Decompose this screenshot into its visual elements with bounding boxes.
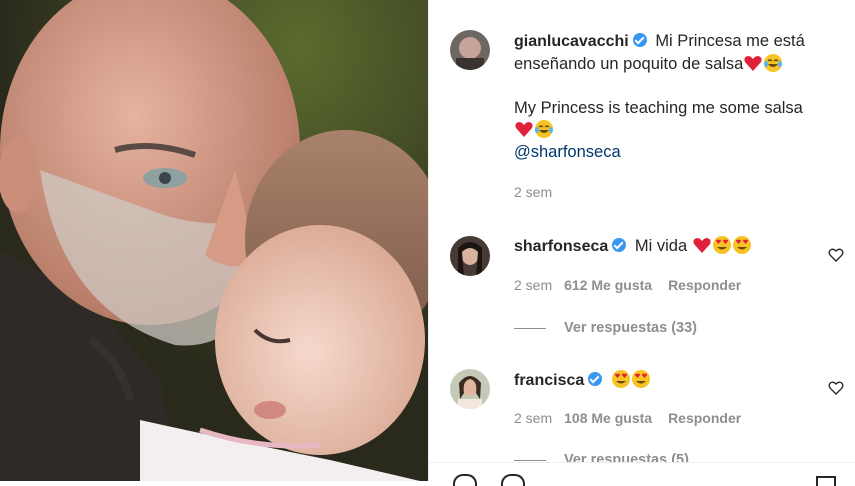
comment-item: sharfonseca Mi vida [514, 235, 752, 258]
instagram-post-view: gianlucavacchi Mi Princesa me está enseñ… [0, 0, 855, 486]
like-action-icon[interactable] [453, 474, 477, 486]
author-avatar[interactable] [450, 30, 490, 70]
commenter-avatar[interactable] [450, 236, 490, 276]
comment-username[interactable]: francisca [514, 372, 584, 389]
comment-likes[interactable]: 108 Me gusta [564, 410, 652, 426]
comments-panel: gianlucavacchi Mi Princesa me está enseñ… [428, 0, 855, 486]
red-heart-emoji [693, 238, 711, 253]
heart-outline-icon[interactable] [828, 380, 844, 396]
comment-action-icon[interactable] [501, 474, 525, 486]
comment-meta: 2 sem 108 Me gusta Responder [514, 410, 741, 426]
reply-button[interactable]: Responder [668, 410, 741, 426]
save-action-icon[interactable] [816, 476, 836, 486]
view-replies-button[interactable]: Ver respuestas (33) [514, 320, 697, 336]
view-replies-button[interactable]: Ver respuestas (5) [514, 452, 689, 462]
heart-outline-icon[interactable] [828, 247, 844, 263]
verified-badge-icon [588, 372, 603, 386]
heart-eyes-emoji [732, 236, 751, 254]
verified-badge-icon [612, 238, 627, 252]
comment-time[interactable]: 2 sem [514, 277, 552, 293]
commenter-avatar-image [450, 236, 490, 276]
post-timestamp[interactable]: 2 sem [514, 181, 844, 203]
author-username[interactable]: gianlucavacchi [514, 33, 629, 50]
commenter-avatar-image [450, 369, 490, 409]
comment-likes[interactable]: 612 Me gusta [564, 277, 652, 293]
comment-time[interactable]: 2 sem [514, 410, 552, 426]
heart-eyes-emoji [631, 370, 650, 388]
photo-illustration [0, 0, 428, 481]
comment-meta: 2 sem 612 Me gusta Responder [514, 277, 741, 293]
post-caption: gianlucavacchi Mi Princesa me está enseñ… [514, 30, 844, 203]
tears-of-joy-emoji [764, 54, 783, 72]
replies-divider [514, 459, 546, 461]
reply-button[interactable]: Responder [668, 277, 741, 293]
view-replies-label: Ver respuestas (5) [564, 452, 689, 462]
action-bar-divider [429, 462, 855, 463]
tears-of-joy-emoji [535, 120, 553, 138]
heart-eyes-emoji [611, 370, 630, 388]
comment-text: Mi vida [634, 237, 688, 255]
view-replies-label: Ver respuestas (33) [564, 320, 697, 336]
red-heart-emoji [744, 56, 762, 71]
mention-link[interactable]: @sharfonseca [514, 143, 621, 161]
comment-item: francisca [514, 369, 651, 392]
verified-badge-icon [632, 33, 647, 47]
author-avatar-image [450, 30, 490, 70]
comment-username[interactable]: sharfonseca [514, 238, 608, 255]
red-heart-emoji [515, 122, 533, 137]
caption-english: My Princess is teaching me some salsa [514, 99, 803, 117]
commenter-avatar[interactable] [450, 369, 490, 409]
heart-eyes-emoji [712, 236, 731, 254]
post-photo[interactable] [0, 0, 428, 481]
replies-divider [514, 327, 546, 329]
